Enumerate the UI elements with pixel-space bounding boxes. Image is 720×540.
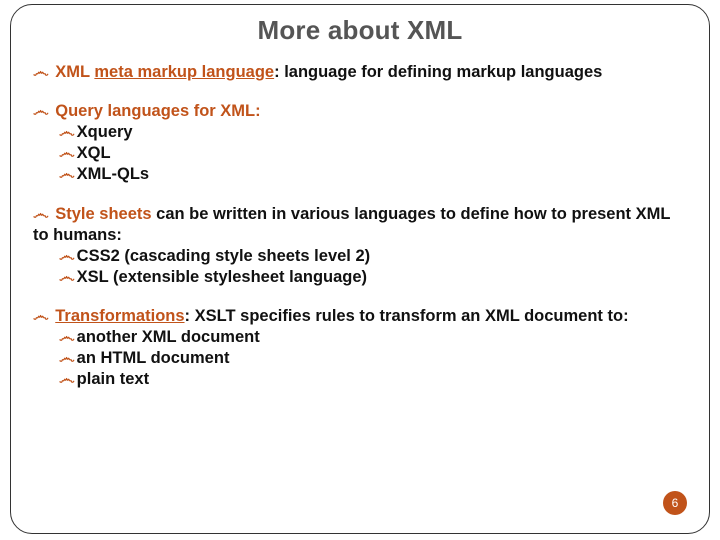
sub-text: XML-QLs [77,165,149,183]
sub-text: an HTML document [77,349,230,367]
bullet-icon: ෴ [33,102,49,120]
sub-bullet: ෴CSS2 (cascading style sheets level 2) [59,246,687,267]
line-tail: : language for defining markup languages [274,63,602,81]
keyword-text: Query languages for XML: [55,102,260,120]
keyword-text: XML [55,63,90,81]
bullet-icon: ෴ [59,144,75,162]
underlined-keyword: meta markup language [94,63,274,81]
bullet-icon: ෴ [59,328,75,346]
sub-bullet: ෴XQL [59,143,687,164]
bullet-line: ෴ Query languages for XML: [33,101,687,122]
sub-text: Xquery [77,123,133,141]
bullet-icon: ෴ [33,307,49,325]
sub-bullet: ෴plain text [59,369,687,390]
bullet-group-meta: ෴ XML meta markup language: language for… [33,62,687,83]
sub-text: plain text [77,370,149,388]
bullet-icon: ෴ [59,370,75,388]
underlined-keyword: Transformations [55,307,184,325]
bullet-icon: ෴ [59,247,75,265]
keyword-text: Style sheets [55,205,151,223]
bullet-group-style: ෴ Style sheets can be written in various… [33,204,687,288]
bullet-icon: ෴ [33,63,49,81]
bullet-icon: ෴ [59,268,75,286]
page-number-badge: 6 [663,491,687,515]
sub-bullet: ෴XML-QLs [59,164,687,185]
bullet-line: ෴ Style sheets can be written in various… [33,204,687,246]
sub-text: CSS2 (cascading style sheets level 2) [77,247,370,265]
bullet-line: ෴ Transformations: XSLT specifies rules … [33,306,687,327]
sub-text: another XML document [77,328,260,346]
bullet-line: ෴ XML meta markup language: language for… [33,62,687,83]
sub-bullet: ෴an HTML document [59,348,687,369]
sub-bullet: ෴another XML document [59,327,687,348]
bullet-icon: ෴ [59,165,75,183]
sub-text: XSL (extensible stylesheet language) [77,268,367,286]
bullet-group-transform: ෴ Transformations: XSLT specifies rules … [33,306,687,390]
bullet-icon: ෴ [59,123,75,141]
sub-text: XQL [77,144,111,162]
bullet-icon: ෴ [33,205,49,223]
sub-bullet: ෴XSL (extensible stylesheet language) [59,267,687,288]
slide-title: More about XML [33,15,687,46]
bullet-group-query: ෴ Query languages for XML: ෴Xquery ෴XQL … [33,101,687,185]
sub-bullet: ෴Xquery [59,122,687,143]
bullet-icon: ෴ [59,349,75,367]
line-tail: : XSLT specifies rules to transform an X… [185,307,629,325]
slide-container: More about XML ෴ XML meta markup languag… [10,4,710,534]
